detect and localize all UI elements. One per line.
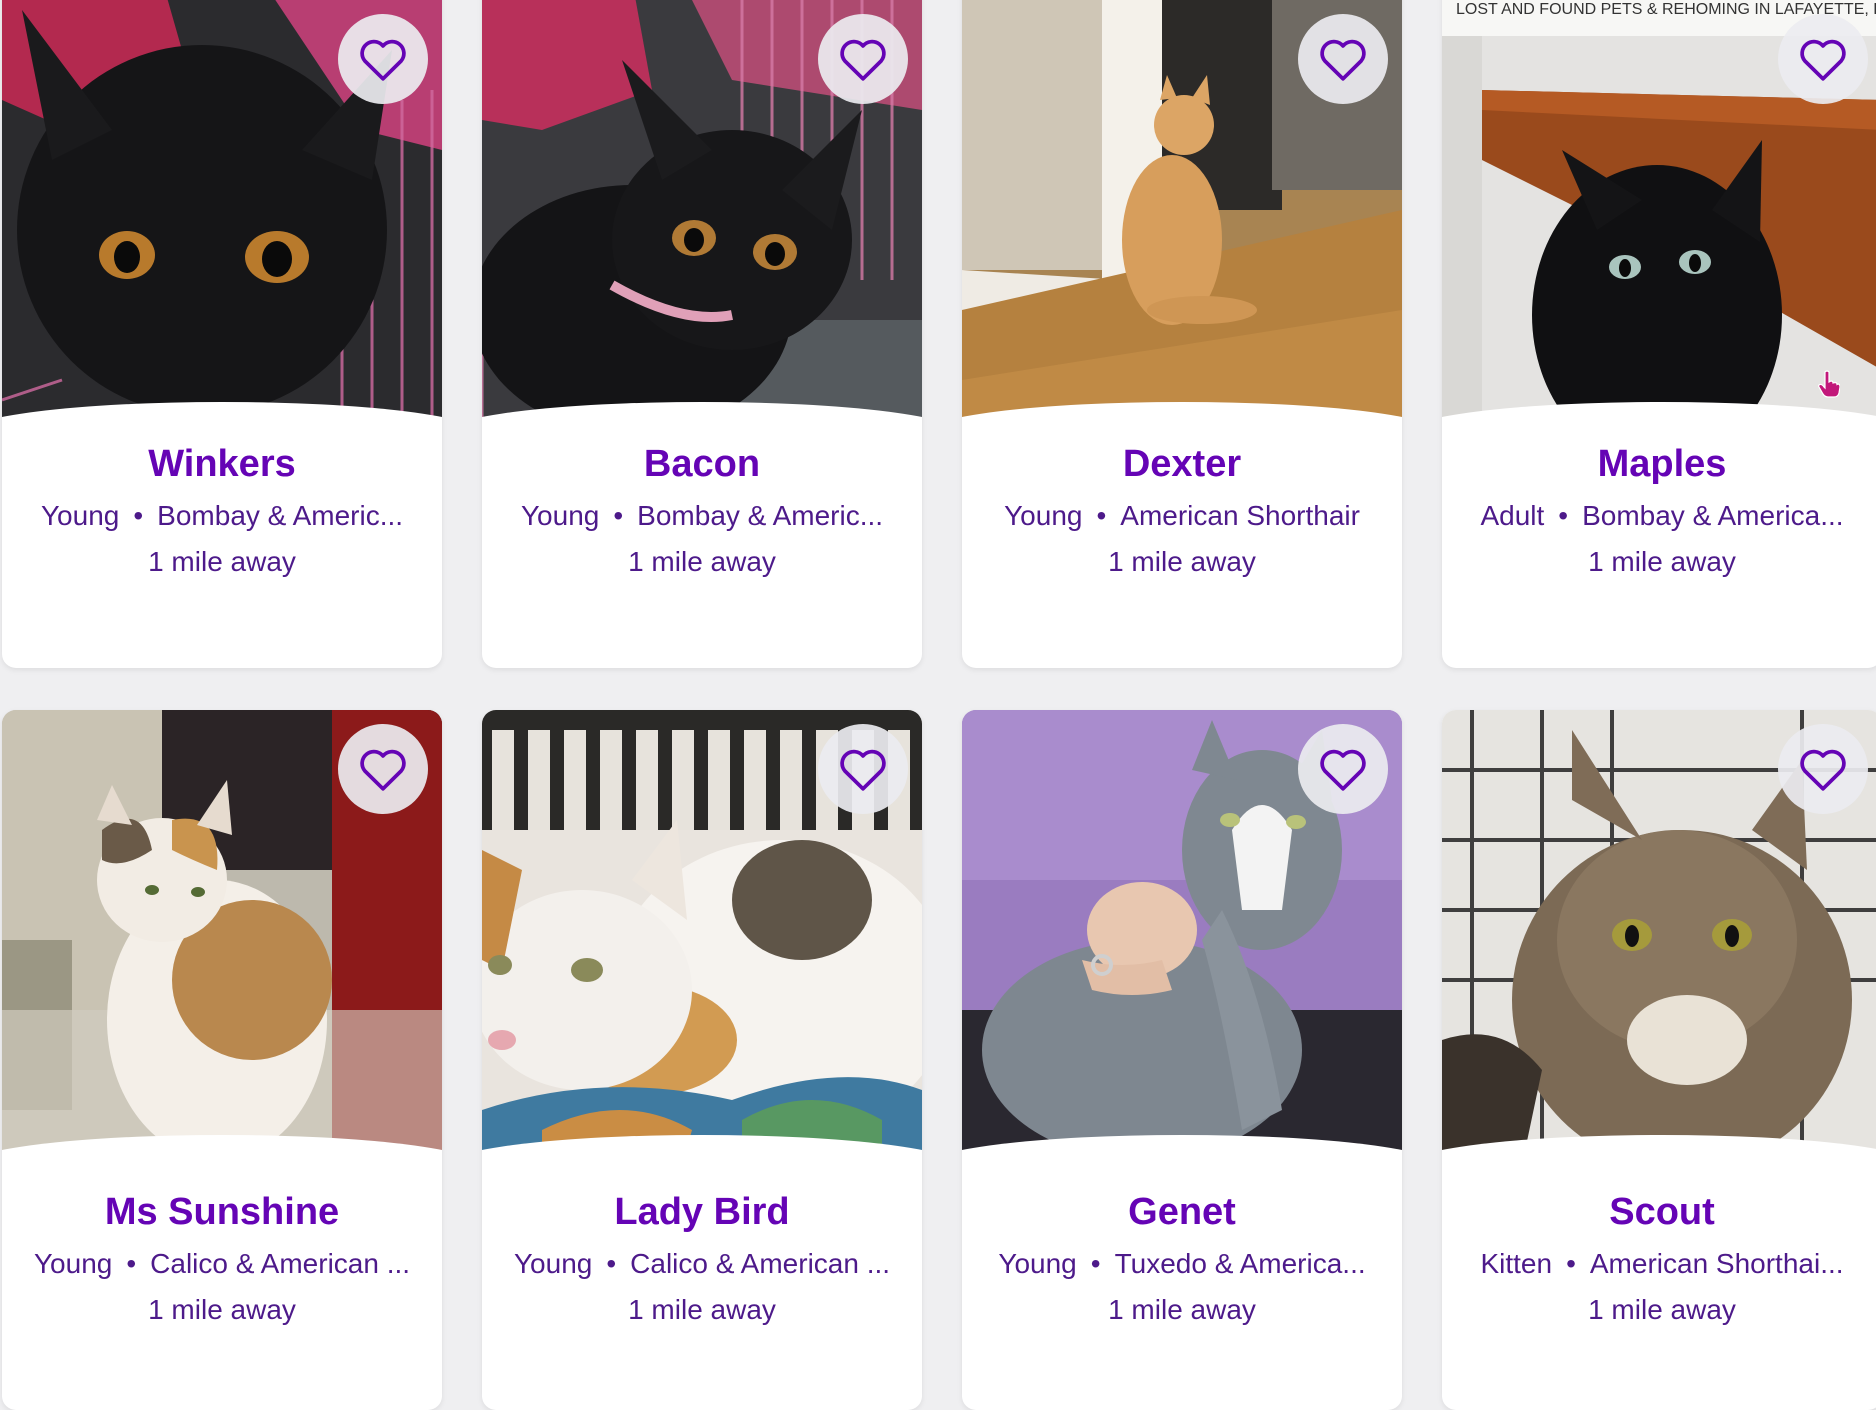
pet-info: Ms Sunshine Young • Calico & American ... … xyxy=(2,1188,442,1328)
pet-breed: American Shorthai... xyxy=(1589,1248,1844,1279)
pet-meta: Young • Bombay & Americ... xyxy=(2,498,442,534)
pet-age: Young xyxy=(998,1248,1077,1279)
favorite-button[interactable] xyxy=(1778,14,1868,104)
pet-card-scout[interactable]: Scout Kitten • American Shorthai... 1 mile… xyxy=(1442,710,1876,1410)
separator-dot: • xyxy=(1558,500,1569,531)
favorite-button[interactable] xyxy=(1778,724,1868,814)
pet-age: Adult xyxy=(1480,500,1545,531)
favorite-button[interactable] xyxy=(1298,724,1388,814)
pet-meta: Young • Tuxedo & America... xyxy=(962,1246,1402,1282)
pet-info: Genet Young • Tuxedo & America... 1 mile a… xyxy=(962,1188,1402,1328)
separator-dot: • xyxy=(606,1248,617,1279)
pet-age: Young xyxy=(1004,500,1083,531)
pointer-cursor-icon xyxy=(1818,370,1840,398)
favorite-button[interactable] xyxy=(1298,14,1388,104)
pet-distance: 1 mile away xyxy=(1588,1294,1736,1325)
pet-age: Young xyxy=(40,500,120,531)
pet-age: Kitten xyxy=(1480,1248,1553,1279)
pet-age: Young xyxy=(33,1248,113,1279)
pet-age: Young xyxy=(520,500,600,531)
heart-outline-icon xyxy=(840,749,886,791)
pet-name[interactable]: Maples xyxy=(1442,440,1876,488)
pet-distance: 1 mile away xyxy=(628,546,776,577)
pet-card-winkers[interactable]: Winkers Young • Bombay & Americ... 1 mile … xyxy=(2,0,442,668)
pet-info: Lady Bird Young • Calico & American ... 1 … xyxy=(482,1188,922,1328)
pet-name[interactable]: Bacon xyxy=(482,440,922,488)
pet-card-ms-sunshine[interactable]: Ms Sunshine Young • Calico & American ... … xyxy=(2,710,442,1410)
pet-distance: 1 mile away xyxy=(628,1294,776,1325)
separator-dot: • xyxy=(1566,1248,1576,1279)
pet-meta: Adult • Bombay & America... xyxy=(1442,498,1876,534)
pet-distance: 1 mile away xyxy=(1108,546,1256,577)
heart-outline-icon xyxy=(1800,749,1846,791)
pet-card-maples[interactable]: LOST AND FOUND PETS & REHOMING IN LAFAYE… xyxy=(1442,0,1876,668)
pet-distance: 1 mile away xyxy=(1108,1294,1256,1325)
pet-info: Scout Kitten • American Shorthai... 1 mile… xyxy=(1442,1188,1876,1328)
pet-distance: 1 mile away xyxy=(1588,546,1736,577)
pet-name[interactable]: Scout xyxy=(1442,1188,1876,1236)
pet-distance: 1 mile away xyxy=(148,1294,296,1325)
pet-card-bacon[interactable]: Bacon Young • Bombay & Americ... 1 mile aw… xyxy=(482,0,922,668)
pet-meta: Kitten • American Shorthai... xyxy=(1442,1246,1876,1282)
heart-outline-icon xyxy=(840,39,886,81)
heart-outline-icon xyxy=(360,39,406,81)
separator-dot: • xyxy=(1090,1248,1101,1279)
separator-dot: • xyxy=(126,1248,137,1279)
pet-card-genet[interactable]: Genet Young • Tuxedo & America... 1 mile a… xyxy=(962,710,1402,1410)
pet-card-dexter[interactable]: Dexter Young • American Shorthair 1 mile a… xyxy=(962,0,1402,668)
pet-name[interactable]: Lady Bird xyxy=(482,1188,922,1236)
pet-breed: Bombay & Americ... xyxy=(157,500,404,531)
pet-name[interactable]: Dexter xyxy=(962,440,1402,488)
heart-outline-icon xyxy=(1320,39,1366,81)
favorite-button[interactable] xyxy=(818,724,908,814)
pet-info: Maples Adult • Bombay & America... 1 mile … xyxy=(1442,440,1876,580)
separator-dot: • xyxy=(133,500,144,531)
pet-distance: 1 mile away xyxy=(148,546,296,577)
favorite-button[interactable] xyxy=(818,14,908,104)
heart-outline-icon xyxy=(1800,39,1846,81)
pet-breed: Bombay & Americ... xyxy=(637,500,884,531)
pet-meta: Young • Bombay & Americ... xyxy=(482,498,922,534)
pet-info: Dexter Young • American Shorthair 1 mile a… xyxy=(962,440,1402,580)
favorite-button[interactable] xyxy=(338,724,428,814)
pet-info: Bacon Young • Bombay & Americ... 1 mile aw… xyxy=(482,440,922,580)
pet-breed: Calico & American ... xyxy=(630,1248,891,1279)
favorite-button[interactable] xyxy=(338,14,428,104)
pet-meta: Young • American Shorthair xyxy=(962,498,1402,534)
pet-name[interactable]: Ms Sunshine xyxy=(2,1188,442,1236)
pet-name[interactable]: Genet xyxy=(962,1188,1402,1236)
heart-outline-icon xyxy=(1320,749,1366,791)
pet-age: Young xyxy=(513,1248,593,1279)
separator-dot: • xyxy=(1096,500,1107,531)
pet-meta: Young • Calico & American ... xyxy=(482,1246,922,1282)
pet-info: Winkers Young • Bombay & Americ... 1 mile … xyxy=(2,440,442,580)
pet-breed: Tuxedo & America... xyxy=(1114,1248,1366,1279)
pet-breed: Bombay & America... xyxy=(1582,500,1844,531)
separator-dot: • xyxy=(613,500,624,531)
pet-name[interactable]: Winkers xyxy=(2,440,442,488)
pet-breed: Calico & American ... xyxy=(150,1248,411,1279)
pet-card-grid: Winkers Young • Bombay & Americ... 1 mile … xyxy=(0,0,1876,1410)
pet-meta: Young • Calico & American ... xyxy=(2,1246,442,1282)
heart-outline-icon xyxy=(360,749,406,791)
pet-breed: American Shorthair xyxy=(1120,500,1360,531)
pet-card-lady-bird[interactable]: Lady Bird Young • Calico & American ... 1 … xyxy=(482,710,922,1410)
